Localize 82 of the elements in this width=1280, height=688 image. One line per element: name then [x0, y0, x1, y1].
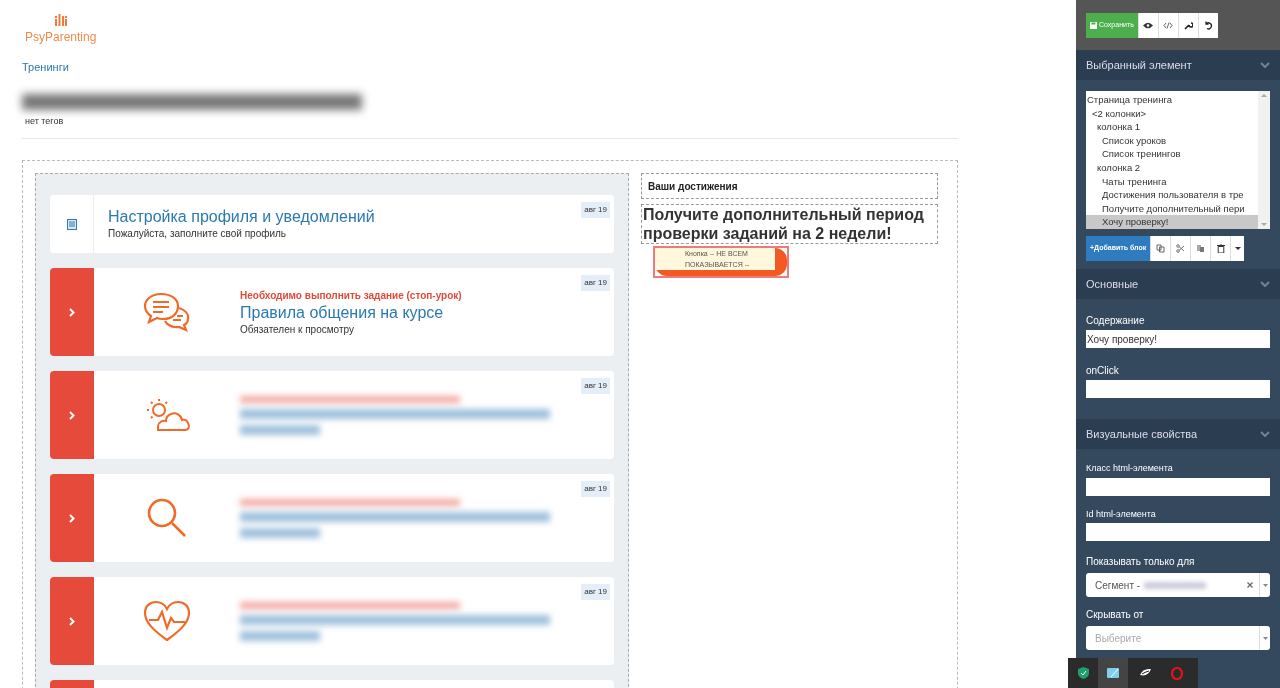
- form-icon: [66, 218, 77, 230]
- element-tree[interactable]: Страница тренинга <2 колонки> колонка 1 Список уроков Список тренингов колонка 2 Чаты тренинга Достижения пользователя в тре Получите дополнительный пери Хочу проверку!: [1086, 91, 1270, 229]
- eye-icon: [1143, 21, 1154, 29]
- section-header[interactable]: Основные: [1086, 275, 1139, 293]
- undo-icon: [1203, 20, 1213, 30]
- tree-item[interactable]: Достижения пользователя в тре: [1086, 188, 1258, 202]
- tree-item[interactable]: Получите дополнительный пери: [1086, 201, 1258, 216]
- field-label: onClick: [1086, 364, 1120, 378]
- chevron-right-icon: [69, 307, 75, 317]
- browser-icon[interactable]: [1171, 666, 1183, 680]
- tree-item[interactable]: Чаты тренинга: [1086, 174, 1258, 189]
- preview-button[interactable]: [1137, 12, 1158, 38]
- lesson-card[interactable]: авг 19: [50, 474, 614, 562]
- tags-text: нет тегов: [25, 114, 64, 128]
- shield-icon[interactable]: [1077, 667, 1089, 679]
- date-badge: авг 19: [581, 584, 610, 600]
- settings-button[interactable]: [1177, 12, 1198, 38]
- app-icon[interactable]: [1107, 667, 1119, 679]
- lesson-title[interactable]: Настройка профиля и уведомлений: [108, 207, 375, 226]
- paste-button[interactable]: [1190, 236, 1211, 261]
- tree-item[interactable]: Хочу проверку!: [1086, 215, 1258, 229]
- id-field[interactable]: [1086, 523, 1270, 541]
- lesson-card[interactable]: авг 19: [50, 577, 614, 665]
- cut-button[interactable]: [1170, 236, 1191, 261]
- chevron-icon[interactable]: [1260, 431, 1270, 437]
- caret-icon[interactable]: [1262, 583, 1268, 587]
- chevron-icon[interactable]: [1260, 281, 1270, 287]
- logo-text: PsyParenting: [25, 29, 97, 46]
- caret-icon: [1234, 246, 1241, 251]
- class-field[interactable]: [1086, 477, 1270, 496]
- app-icon[interactable]: [1138, 668, 1152, 678]
- tree-item[interactable]: колонка 2: [1086, 160, 1258, 175]
- warning-text: Необходимо выполнить задание (стоп-урок): [240, 288, 462, 303]
- field-label: Скрывать от: [1086, 608, 1145, 622]
- code-button[interactable]: [1157, 12, 1178, 38]
- caret-icon[interactable]: [1262, 636, 1268, 640]
- tree-item[interactable]: Страница тренинга: [1086, 93, 1258, 107]
- lesson-title[interactable]: Правила общения на курсе: [240, 302, 462, 322]
- undo-button[interactable]: [1197, 12, 1218, 38]
- wrench-icon: [1183, 20, 1193, 30]
- date-badge: авг 19: [581, 275, 610, 291]
- field-label: Класс html-элемента: [1086, 462, 1174, 475]
- segment-select[interactable]: Сегмент -: [1086, 573, 1270, 597]
- copy-icon: [1156, 244, 1166, 253]
- onclick-field[interactable]: [1086, 380, 1270, 398]
- lesson-card[interactable]: Необходимо выполнить задание (стоп-урок) Правила общения на курсе Обязателен к просмотру авг 19: [50, 268, 614, 356]
- tree-item[interactable]: Список тренингов: [1086, 147, 1258, 161]
- logo-icon: [53, 14, 68, 26]
- chat-icon: [143, 292, 191, 332]
- field-label: Id html-элемента: [1086, 507, 1157, 521]
- tree-item[interactable]: колонка 1: [1086, 120, 1258, 134]
- chevron-right-icon: [69, 410, 75, 420]
- code-icon: [1163, 21, 1174, 29]
- clear-icon[interactable]: [1247, 582, 1253, 588]
- heart-pulse-icon: [143, 600, 191, 642]
- tree-item[interactable]: Список уроков: [1086, 133, 1258, 148]
- chevron-right-icon: [69, 616, 75, 626]
- scissors-icon: [1176, 244, 1186, 253]
- date-badge: авг 19: [581, 378, 610, 394]
- date-badge: авг 19: [581, 202, 610, 218]
- content-field[interactable]: Хочу проверку!: [1086, 330, 1270, 348]
- redacted-text: [1144, 581, 1207, 589]
- headline-text: Получите дополнительный период проверки заданий на 2 недели!: [643, 205, 925, 243]
- chevron-right-icon: [69, 513, 75, 523]
- magnifier-icon: [146, 497, 188, 539]
- section-heading: Ваши достижения: [648, 179, 738, 194]
- lesson-subtitle: Пожалуйста, заполните свой профиль: [108, 227, 288, 241]
- trash-icon: [1216, 244, 1225, 253]
- lesson-card[interactable]: Настройка профиля и уведомлений Пожалуйста, заполните свой профиль авг 19: [50, 195, 614, 253]
- lesson-subtitle: Обязателен к просмотру: [240, 322, 355, 337]
- paste-icon: [1196, 244, 1206, 253]
- field-label: Содержание: [1086, 314, 1146, 328]
- breadcrumb-link[interactable]: Тренинги: [22, 59, 69, 76]
- field-label: Показывать только для: [1086, 555, 1196, 569]
- date-badge: авг 19: [581, 481, 610, 497]
- chevron-icon[interactable]: [1260, 62, 1270, 68]
- more-button[interactable]: [1230, 236, 1245, 261]
- tree-item[interactable]: <2 колонки>: [1086, 106, 1258, 121]
- floppy-icon: [1090, 21, 1097, 29]
- lesson-card[interactable]: авг 19: [50, 371, 614, 459]
- delete-button[interactable]: [1210, 236, 1231, 261]
- copy-button[interactable]: [1150, 236, 1171, 261]
